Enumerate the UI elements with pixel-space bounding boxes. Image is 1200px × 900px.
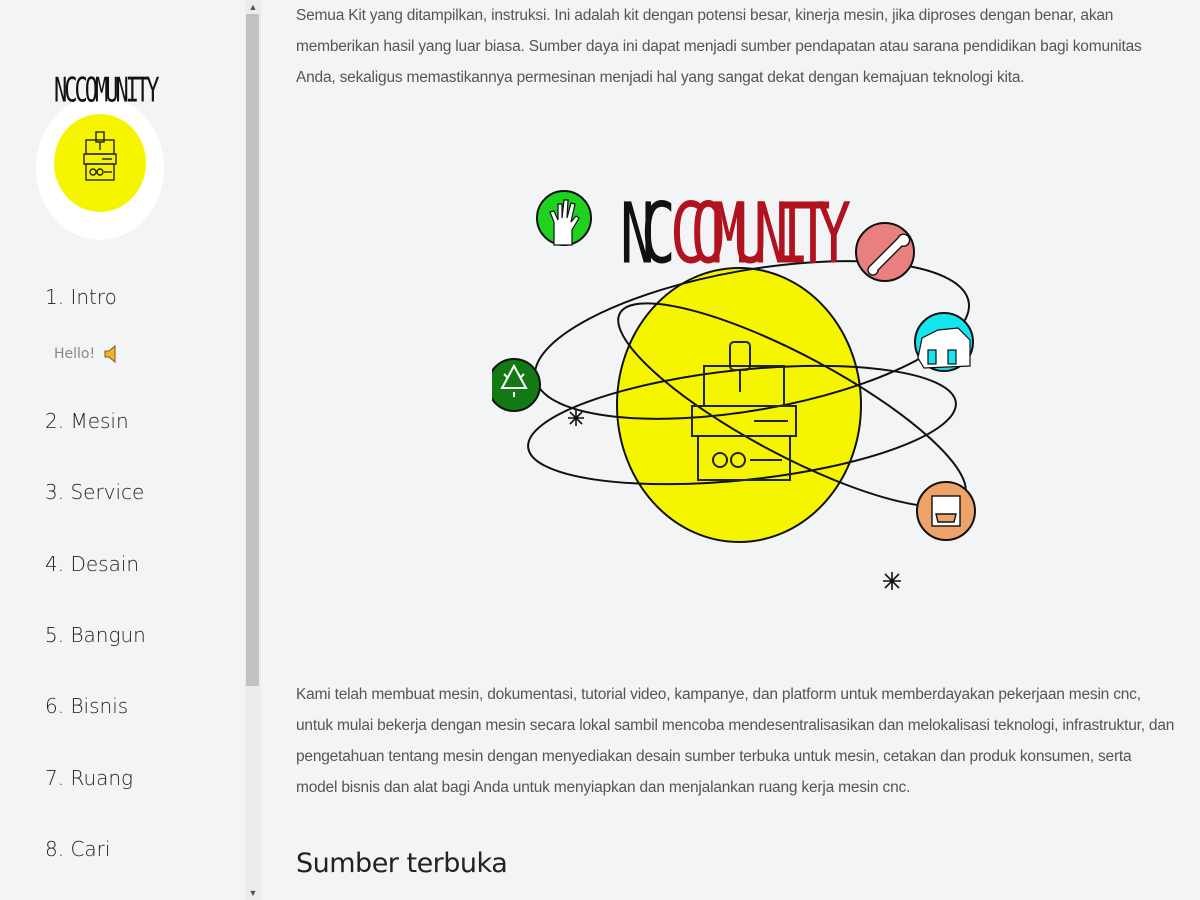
sidebar-item-intro[interactable]: 1. Intro [45,285,117,309]
sidebar-scrollbar[interactable]: ▲ ▼ [245,0,261,900]
box-icon [931,495,961,527]
sidebar-item-bisnis[interactable]: 6. Bisnis [45,694,128,718]
sidebar-item-service[interactable]: 3. Service [45,480,144,504]
logo-title: NCCOMUNITY [54,72,159,111]
sidebar-item-desain[interactable]: 4. Desain [45,552,139,576]
hero-title-comunity: COMUNITY [670,184,851,283]
hello-label: Hello! [54,346,96,362]
sidebar-item-bangun[interactable]: 5. Bangun [45,623,146,647]
sidebar-item-mesin[interactable]: 2. Mesin [45,409,129,433]
hello-audio[interactable]: Hello! [54,345,118,363]
scroll-down-arrow[interactable]: ▼ [245,886,261,900]
main-content: Semua Kit yang ditampilkan, instruksi. I… [296,0,1176,900]
hero-title-nc: NC [620,184,676,283]
sidebar-item-ruang[interactable]: 7. Ruang [45,766,133,790]
hero-illustration: NC COMUNITY [492,170,992,610]
cnc-machine-icon [83,131,117,181]
intro-paragraph: Semua Kit yang ditampilkan, instruksi. I… [296,7,1142,86]
scroll-thumb[interactable] [246,14,259,686]
description-paragraph: Kami telah membuat mesin, dokumentasi, t… [296,686,1175,796]
sidebar-item-cari[interactable]: 8. Cari [45,837,110,861]
section-heading-open-source: Sumber terbuka [296,848,508,879]
scroll-up-arrow[interactable]: ▲ [245,0,261,14]
sidebar: NCCOMUNITY 1. Intro 2. Mesin 3. Service … [0,0,245,900]
speaker-icon[interactable] [104,345,118,363]
